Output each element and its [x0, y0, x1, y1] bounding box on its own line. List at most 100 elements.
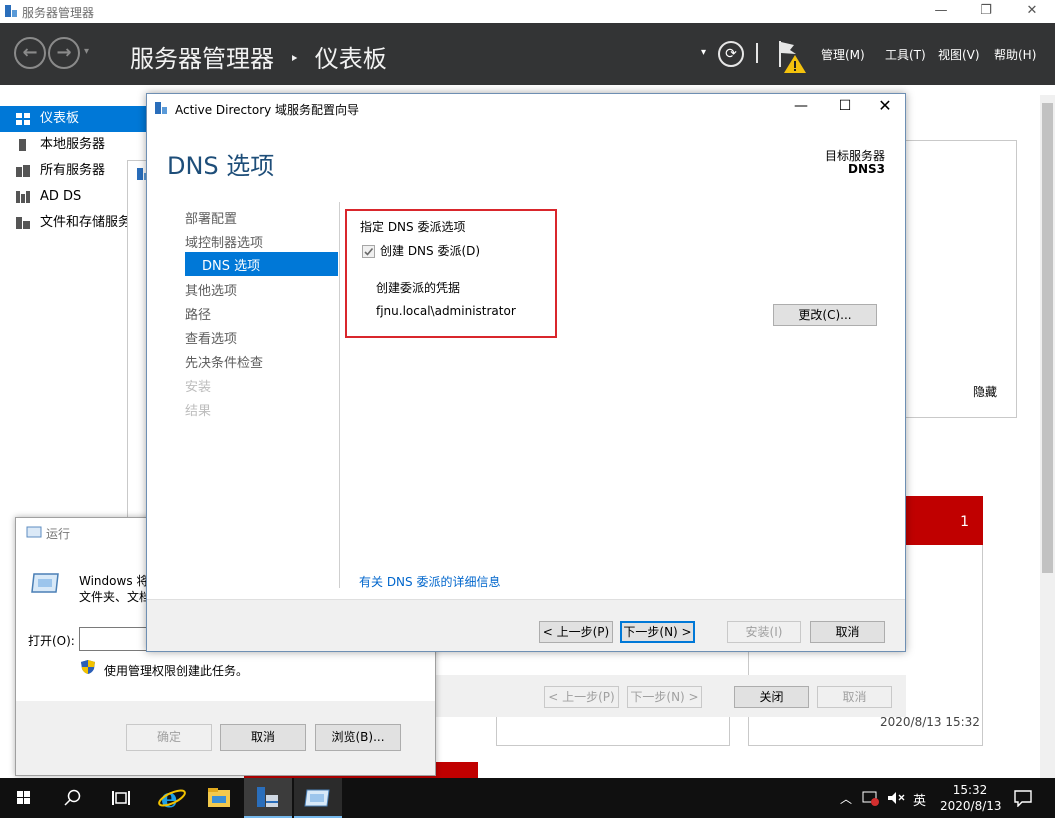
server-tile-panel-2	[496, 716, 730, 746]
sidebar-item-all-servers[interactable]: 所有服务器	[0, 158, 146, 184]
step-label: DNS 选项	[202, 259, 261, 274]
step-additional-options[interactable]: 其他选项	[185, 280, 237, 299]
taskbar: e ︿ 英 15:32 2020/8/13	[0, 778, 1055, 818]
background-panel-right: 隐藏	[900, 140, 1017, 418]
refresh-dropdown-icon[interactable]: ▾	[701, 47, 706, 58]
step-results: 结果	[185, 404, 212, 419]
breadcrumb: 服务器管理器 ‣ 仪表板	[130, 39, 387, 74]
dns-delegation-section-title: 指定 DNS 委派选项	[360, 220, 466, 234]
clock-date: 2020/8/13	[940, 799, 1002, 813]
sidebar-item-local-server[interactable]: 本地服务器	[0, 132, 146, 158]
menu-help[interactable]: 帮助(H)	[994, 46, 1036, 63]
menu-tools[interactable]: 工具(T)	[885, 46, 926, 63]
step-dc-options[interactable]: 域控制器选项	[185, 232, 263, 251]
run-taskbar-icon[interactable]	[294, 778, 342, 818]
start-icon[interactable]	[0, 778, 48, 818]
file-storage-icon	[16, 217, 30, 229]
dns-delegation-help-link[interactable]: 有关 DNS 委派的详细信息	[359, 573, 500, 590]
volume-muted-icon[interactable]	[886, 790, 906, 806]
step-paths[interactable]: 路径	[185, 304, 211, 323]
notifications-flag-icon[interactable]	[776, 37, 810, 75]
step-prereq-check[interactable]: 先决条件检查	[185, 352, 263, 371]
adds-icon	[16, 191, 30, 203]
svg-text:e: e	[161, 784, 178, 814]
bg-close-button[interactable]: 关闭	[734, 686, 809, 708]
create-delegation-label[interactable]: 创建 DNS 委派(D)	[380, 242, 480, 259]
step-review[interactable]: 查看选项	[185, 328, 237, 347]
wizard-title-icon	[154, 101, 168, 115]
background-timestamp: 2020/8/13 15:32	[880, 715, 980, 729]
sidebar-item-ad-ds[interactable]: AD DS	[0, 184, 146, 210]
delegation-credentials-label: 创建委派的凭据	[376, 281, 461, 295]
wizard-heading: DNS 选项	[167, 152, 275, 180]
close-button[interactable]: ✕	[1009, 0, 1055, 23]
sidebar-item-label: 所有服务器	[40, 163, 106, 178]
menu-view[interactable]: 视图(V)	[938, 46, 980, 63]
restore-button[interactable]: ❐	[963, 0, 1009, 23]
run-title: 运行	[46, 527, 71, 541]
step-deployment[interactable]: 部署配置	[185, 208, 237, 227]
run-open-label: 打开(O):	[28, 634, 75, 648]
explorer-icon[interactable]	[196, 778, 244, 818]
target-server-value: DNS3	[848, 162, 885, 176]
scrollbar-thumb[interactable]	[1042, 103, 1053, 573]
back-button[interactable]: ←	[14, 37, 46, 69]
task-view-icon[interactable]	[96, 778, 144, 818]
menu-manage[interactable]: 管理(M)	[821, 46, 865, 63]
server-manager-taskbar-icon[interactable]	[244, 778, 292, 818]
bg-next-button: 下一步(N) >	[627, 686, 702, 708]
run-large-icon	[30, 570, 60, 596]
header-divider	[756, 43, 758, 63]
wizard-cancel-button[interactable]: 取消	[810, 621, 885, 643]
wizard-install-button: 安装(I)	[727, 621, 801, 643]
app-header: ← → ▾ 服务器管理器 ‣ 仪表板 ▾ ⟳ 管理(M) 工具(T) 视图(V)…	[0, 23, 1055, 85]
breadcrumb-separator: ‣	[289, 49, 300, 68]
sidebar-item-label: AD DS	[40, 189, 82, 204]
run-description-1: Windows 将	[79, 574, 149, 588]
sidebar-item-label: 本地服务器	[40, 137, 106, 152]
search-icon[interactable]	[48, 778, 96, 818]
wizard-next-button[interactable]: 下一步(N) >	[620, 621, 695, 643]
minimize-button[interactable]: —	[918, 0, 964, 23]
wizard-maximize-button[interactable]: ☐	[831, 96, 859, 118]
run-description-2: 文件夹、文档	[79, 590, 152, 604]
run-cancel-button[interactable]: 取消	[220, 724, 306, 751]
step-dns-options-active[interactable]: DNS 选项	[185, 252, 338, 276]
forward-button[interactable]: →	[48, 37, 80, 69]
bg-prev-button: < 上一步(P)	[544, 686, 619, 708]
sidebar-item-label: 文件和存储服务	[40, 215, 132, 230]
wizard-title: Active Directory 域服务配置向导	[175, 103, 360, 117]
server-tile-alert-badge[interactable]: 1	[906, 496, 983, 545]
breadcrumb-page: 仪表板	[314, 45, 387, 73]
sidebar-item-label: 仪表板	[40, 111, 80, 126]
wizard-minimize-button[interactable]: —	[787, 96, 815, 118]
refresh-icon[interactable]: ⟳	[718, 41, 744, 67]
change-credentials-button[interactable]: 更改(C)...	[773, 304, 877, 326]
dashboard-icon	[16, 113, 30, 125]
create-delegation-checkbox[interactable]	[362, 245, 375, 258]
sidebar-item-dashboard[interactable]: 仪表板	[0, 106, 146, 132]
sidebar-item-file-storage[interactable]: 文件和存储服务	[0, 210, 146, 236]
run-title-icon	[26, 526, 42, 538]
server-manager-app-icon	[4, 4, 18, 18]
history-dropdown-icon[interactable]: ▾	[84, 46, 89, 57]
wizard-prev-button[interactable]: < 上一步(P)	[539, 621, 613, 643]
uac-shield-icon	[80, 659, 96, 675]
action-center-warning-icon[interactable]	[862, 790, 880, 806]
server-icon	[19, 139, 26, 151]
wizard-divider	[339, 202, 340, 588]
window-title: 服务器管理器	[22, 6, 95, 20]
step-install: 安装	[185, 380, 212, 395]
run-admin-note: 使用管理权限创建此任务。	[104, 664, 249, 678]
clock[interactable]: 15:32 2020/8/13	[940, 782, 1002, 814]
show-hidden-icons-icon[interactable]: ︿	[840, 790, 852, 807]
run-browse-button[interactable]: 浏览(B)...	[315, 724, 401, 751]
clock-time: 15:32	[952, 783, 988, 797]
page-scrollbar[interactable]	[1040, 95, 1055, 778]
wizard-close-button[interactable]: ✕	[871, 96, 899, 118]
ie-icon[interactable]: e	[148, 778, 196, 818]
notification-center-icon[interactable]	[1013, 789, 1033, 808]
ime-indicator[interactable]: 英	[913, 790, 926, 809]
adds-config-wizard: Active Directory 域服务配置向导 — ☐ ✕ DNS 选项 目标…	[146, 93, 906, 652]
hide-link[interactable]: 隐藏	[973, 383, 997, 400]
